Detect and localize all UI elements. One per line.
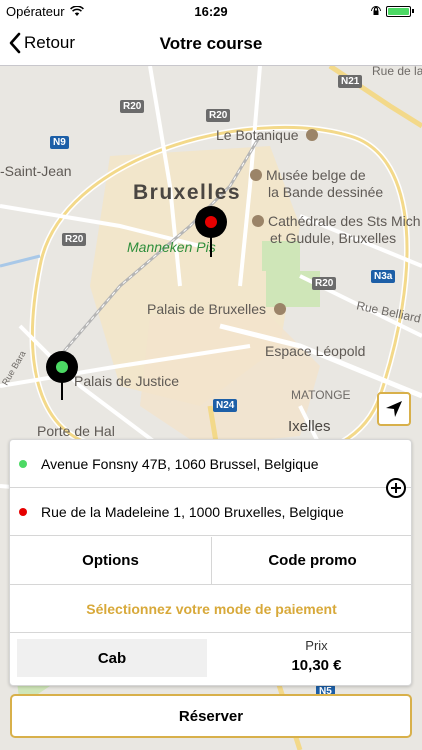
map-label-musee-2: la Bande dessinée <box>268 184 384 200</box>
road-badge-n24: N24 <box>213 399 238 412</box>
map-label-musee: Musée belge de <box>250 167 366 183</box>
destination-dot-icon <box>19 507 27 516</box>
booking-card: Avenue Fonsny 47B, 1060 Brussel, Belgiqu… <box>9 439 413 686</box>
church-icon <box>252 215 264 227</box>
road-badge-n21: N21 <box>338 75 363 88</box>
road-badge-n3a: N3a <box>371 270 396 283</box>
navigation-arrow-icon <box>386 401 402 417</box>
map-label-palais-bruxelles: Palais de Bruxelles <box>147 301 290 317</box>
map-label-rue-de-la: Rue de la <box>372 66 422 78</box>
promo-code-button[interactable]: Code promo <box>212 537 413 584</box>
navigation-bar: Retour Votre course <box>0 22 422 66</box>
map-label-espace-leopold: Espace Léopold <box>265 343 366 359</box>
destination-pin-icon[interactable] <box>194 205 228 257</box>
map-label-palais-justice: Palais de Justice <box>74 373 180 389</box>
status-icons <box>370 5 414 17</box>
locate-me-button[interactable] <box>377 392 411 426</box>
origin-address-row[interactable]: Avenue Fonsny 47B, 1060 Brussel, Belgiqu… <box>10 440 413 488</box>
page-title: Votre course <box>159 34 263 53</box>
road-badge-r20-a: R20 <box>120 100 145 113</box>
map-label-matonge: MATONGE <box>291 388 351 402</box>
status-bar: Opérateur 16:29 <box>0 0 422 22</box>
map-label-cathedrale-2: et Gudule, Bruxelles <box>270 230 397 246</box>
price-label: Prix <box>305 638 328 653</box>
origin-address: Avenue Fonsny 47B, 1060 Brussel, Belgiqu… <box>41 455 319 472</box>
price-box: Prix 10,30 € <box>220 638 413 674</box>
options-row: Options Code promo <box>10 537 413 585</box>
road-badge-n9: N9 <box>50 136 69 149</box>
map-label-cathedrale: Cathédrale des Sts Mich <box>252 213 421 229</box>
battery-icon <box>386 5 411 17</box>
destination-address-row[interactable]: Rue de la Madeleine 1, 1000 Bruxelles, B… <box>10 488 413 536</box>
clock: 16:29 <box>194 4 228 19</box>
origin-pin-icon[interactable] <box>45 350 79 400</box>
payment-method-button[interactable]: Sélectionnez votre mode de paiement <box>10 585 413 633</box>
add-stop-plus-icon[interactable] <box>386 478 406 498</box>
reserve-button[interactable]: Réserver <box>10 694 412 738</box>
map-label-porte-hal: Porte de Hal <box>37 423 115 439</box>
road-badge-r20-c: R20 <box>62 233 87 246</box>
map-label-ixelles: Ixelles <box>288 418 331 435</box>
map-label-botanique: Le Botanique <box>216 127 322 143</box>
options-button[interactable]: Options <box>10 537 212 584</box>
destination-address: Rue de la Madeleine 1, 1000 Bruxelles, B… <box>41 503 344 520</box>
origin-dot-icon <box>19 459 27 468</box>
vehicle-type-cab[interactable]: Cab <box>17 639 207 677</box>
price-value: 10,30 € <box>291 657 342 674</box>
road-badge-r20-d: R20 <box>312 277 337 290</box>
museum-icon <box>250 169 262 181</box>
map-label-bruxelles: Bruxelles <box>133 181 242 204</box>
road-badge-r20-b: R20 <box>206 109 231 122</box>
map-label-saint-jean: -Saint-Jean <box>0 163 72 179</box>
orientation-lock-icon <box>371 6 381 15</box>
